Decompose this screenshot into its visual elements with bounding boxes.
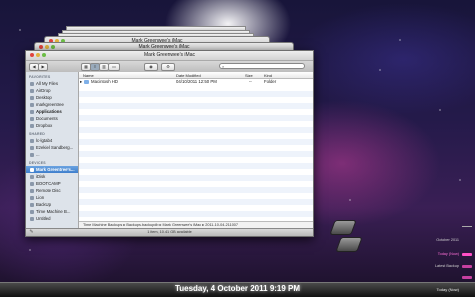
computer-icon (30, 167, 34, 172)
timeline-bar[interactable] (462, 265, 472, 268)
sidebar-header-favorites: FAVORITES (29, 75, 51, 79)
status-bar: ✎ 1 item, 10.41 GB available (26, 228, 313, 236)
path-bar: Time Machine Backups ▸ Backups.backupdb … (79, 221, 313, 228)
network-computer-icon (30, 152, 34, 157)
documents-icon (30, 116, 34, 121)
file-name: Macintosh HD (91, 79, 118, 84)
action-gear-button[interactable]: ⚙ (161, 63, 175, 71)
sidebar-item-shared-2[interactable]: ... (26, 151, 78, 158)
column-header-kind[interactable]: Kind (264, 73, 272, 78)
sidebar-item-desktop[interactable]: Desktop (26, 94, 78, 101)
home-icon (30, 102, 34, 107)
sidebar-item-applications[interactable]: Applications (26, 108, 78, 115)
window-title: Mark Greenwee's iMac (144, 52, 195, 58)
finder-sidebar: FAVORITES All My Files AirDrop Desktop m… (26, 72, 79, 228)
sidebar-item-all-my-files[interactable]: All My Files (26, 80, 78, 87)
file-kind: Folder (264, 79, 277, 84)
disk-icon (30, 181, 34, 186)
path-item-3[interactable]: 2011-10-04-211007 (205, 223, 238, 227)
table-row[interactable]: ▸ Macintosh HD 04/10/2011 12:50 PM -- Fo… (79, 79, 313, 85)
airdrop-icon (30, 88, 34, 93)
sidebar-item-device-2[interactable]: BOOTCAMP (26, 180, 78, 187)
column-header-size[interactable]: Size (245, 73, 253, 78)
status-text: 1 item, 10.41 GB available (147, 230, 192, 234)
sidebar-item-device-3[interactable]: Remote Disc (26, 187, 78, 194)
search-input[interactable]: ⌕ (219, 63, 305, 69)
current-date-label: Tuesday, 4 October 2011 9:19 PM (174, 284, 301, 293)
file-size: -- (249, 79, 252, 84)
path-item-1[interactable]: Backups.backupdb (126, 223, 158, 227)
disk-icon (30, 188, 34, 193)
sidebar-item-device-0[interactable]: Mark Greentree's... (26, 166, 78, 173)
time-machine-disk-icon (30, 209, 34, 214)
gear-icon[interactable]: ✎ (29, 230, 34, 235)
disk-icon (30, 195, 34, 200)
sidebar-item-device-5[interactable]: BackUp (26, 201, 78, 208)
sidebar-item-device-6[interactable]: Time Machine B... (26, 208, 78, 215)
timeline-label-0[interactable]: October 2011 (436, 238, 459, 242)
sidebar-item-shared-1[interactable]: Ezekiel Sandberg... (26, 144, 78, 151)
sidebar-item-documents[interactable]: Documents (26, 115, 78, 122)
sidebar-item-home[interactable]: markgreentree (26, 101, 78, 108)
timeline-label-1[interactable]: Today (Now) (438, 252, 459, 256)
folder-icon (84, 80, 89, 84)
sidebar-header-devices: DEVICES (29, 161, 46, 165)
network-computer-icon (30, 138, 34, 143)
quick-look-button[interactable]: ◉ (144, 63, 158, 71)
column-headers: Name Date Modified Size Kind (79, 72, 313, 79)
sidebar-header-shared: SHARED (29, 132, 45, 136)
path-item-0[interactable]: Time Machine Backups (83, 223, 122, 227)
sidebar-item-device-1[interactable]: iDisk (26, 173, 78, 180)
timemachine-bottom-bar: Tuesday, 4 October 2011 9:19 PM Today (N… (0, 282, 475, 297)
disk-icon (30, 216, 34, 221)
sidebar-item-dropbox[interactable]: Dropbox (26, 122, 78, 129)
finder-titlebar[interactable]: Mark Greenwee's iMac (26, 51, 313, 61)
disk-icon (30, 202, 34, 207)
all-files-icon (30, 81, 34, 86)
sidebar-item-shared-0[interactable]: lc-lgtab4 (26, 137, 78, 144)
sidebar-item-airdrop[interactable]: AirDrop (26, 87, 78, 94)
applications-icon (30, 109, 34, 114)
network-computer-icon (30, 145, 34, 150)
finder-window: Mark Greenwee's iMac ◀ ▶ ▦ ≡ ▥ ▭ ◉ ⚙ ⌕ F… (25, 50, 314, 237)
sidebar-item-device-7[interactable]: Untitled (26, 215, 78, 222)
search-icon: ⌕ (222, 64, 225, 69)
today-label[interactable]: Today (Now) (437, 287, 459, 292)
timeline-tick[interactable] (462, 226, 472, 227)
column-header-date-modified[interactable]: Date Modified (176, 73, 201, 78)
timeline-bar[interactable] (462, 276, 472, 279)
disclosure-triangle-icon[interactable]: ▸ (80, 79, 82, 85)
file-date: 04/10/2011 12:50 PM (176, 79, 217, 84)
empty-rows (79, 85, 313, 218)
disk-icon (30, 174, 34, 179)
timeline-bar-current[interactable] (462, 253, 472, 256)
column-header-name[interactable]: Name (83, 73, 94, 78)
forward-button[interactable]: ▶ (38, 63, 48, 71)
dropbox-icon (30, 123, 34, 128)
file-list: Name Date Modified Size Kind ▸ Macintosh… (79, 72, 313, 228)
path-item-2[interactable]: Mark Greenwee's iMac (162, 223, 201, 227)
desktop-icon (30, 95, 34, 100)
coverflow-view-button[interactable]: ▭ (108, 63, 120, 71)
timeline-label-2[interactable]: Latest Backup (435, 264, 459, 268)
sidebar-item-device-4[interactable]: Lion (26, 194, 78, 201)
